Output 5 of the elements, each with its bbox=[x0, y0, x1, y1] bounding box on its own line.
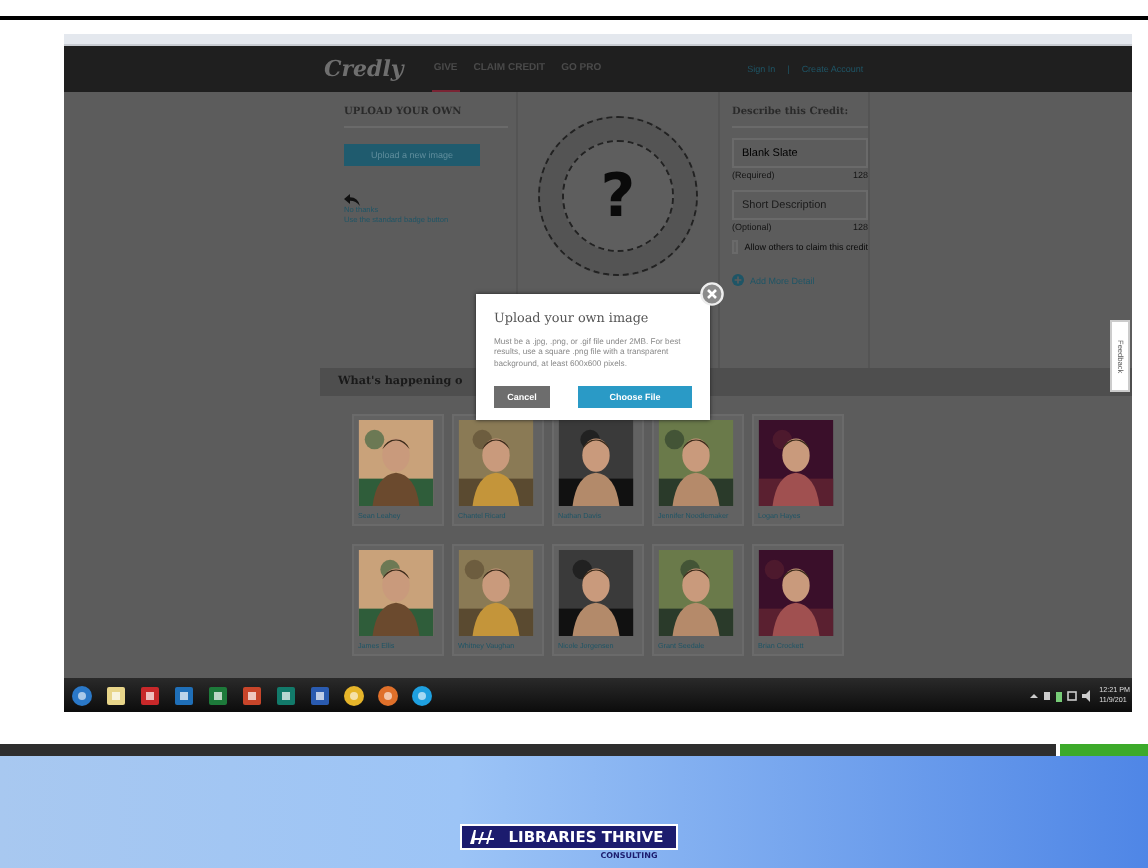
tray-icons-drawing[interactable] bbox=[1029, 689, 1094, 701]
question-mark: ? bbox=[600, 161, 636, 231]
accent-bar bbox=[1060, 744, 1148, 756]
back-arrow-icon[interactable] bbox=[344, 194, 360, 206]
logo[interactable]: Credly bbox=[324, 56, 404, 82]
